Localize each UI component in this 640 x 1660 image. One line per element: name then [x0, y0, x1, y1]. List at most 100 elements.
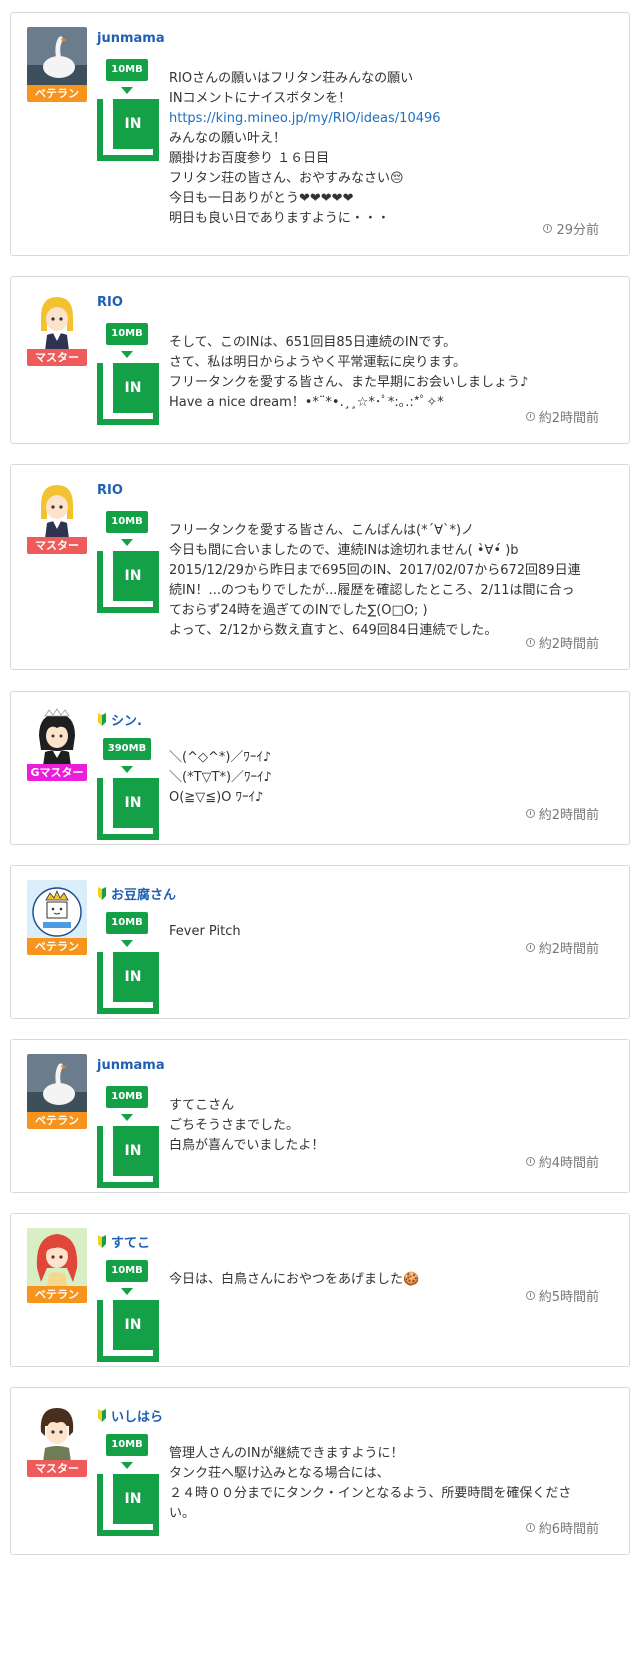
message-line: 続IN！...のつもりでしたが...履歴を確認したところ、2/11は間に合っ	[169, 583, 575, 598]
capacity-badge: 390MB	[103, 738, 151, 760]
message-line: さて、私は明日からようやく平常運転に戻ります。	[169, 355, 467, 370]
username[interactable]: いしはら	[111, 1406, 163, 1425]
avatar[interactable]	[27, 479, 87, 539]
capacity-badge: 10MB	[106, 59, 148, 81]
down-arrow-icon	[121, 766, 133, 773]
tofu-avatar-icon	[27, 880, 87, 940]
swan-avatar-icon	[27, 27, 87, 87]
capacity-badge: 10MB	[106, 1086, 148, 1108]
username[interactable]: お豆腐さん	[111, 884, 176, 903]
capacity-badge: 10MB	[106, 1434, 148, 1456]
timestamp-text: 約2時間前	[538, 808, 599, 823]
username[interactable]: シン.	[111, 710, 142, 729]
message-line: ＼(^◇^*)／ﾜｰｲ♪	[169, 750, 272, 765]
username-link[interactable]: お豆腐さん	[97, 884, 176, 903]
clock-icon	[525, 1157, 535, 1166]
in-label: IN	[113, 363, 153, 413]
avatar[interactable]	[27, 1228, 87, 1288]
post-message: そして、このINは、651回目85日連続のINです。 さて、私は明日からようやく…	[169, 333, 589, 413]
clock-icon	[543, 224, 553, 233]
timestamp: 約2時間前	[525, 938, 599, 957]
clock-icon	[525, 412, 535, 421]
message-line: ２４時００分までにタンク・インとなるよう、所要時間を確保くださ	[169, 1486, 572, 1501]
post-card: ベテラン junmama 10MB IN RIOさんの願いはフリタン荘みんなの願…	[10, 12, 630, 256]
message-line: フリタン荘の皆さん、おやすみなさい😔	[169, 171, 404, 186]
post-message: RIOさんの願いはフリタン荘みんなの願い INコメントにナイスボタンを！ htt…	[169, 69, 589, 229]
tank-icon: IN	[97, 1474, 159, 1536]
clock-icon	[525, 638, 535, 647]
post-message: フリータンクを愛する皆さん、こんばんは(*´∀`*)ノ 今日も間に合いましたので…	[169, 521, 589, 641]
avatar[interactable]	[27, 1402, 87, 1462]
message-line: ＼(*T▽T*)／ﾜｰｲ♪	[169, 770, 272, 785]
timestamp-text: 約2時間前	[538, 411, 599, 426]
avatar[interactable]	[27, 1054, 87, 1114]
username-link[interactable]: RIO	[97, 483, 123, 498]
post-message: 管理人さんのINが継続できますように！ タンク荘へ駆け込みとなる場合には、 ２４…	[169, 1444, 589, 1524]
clock-icon	[525, 1523, 535, 1532]
post-message: すてこさん ごちそうさまでした。 白鳥が喜んでいましたよ！	[169, 1096, 589, 1156]
down-arrow-icon	[121, 1114, 133, 1121]
in-label: IN	[113, 952, 153, 1002]
beginner-mark-icon	[98, 887, 106, 900]
down-arrow-icon	[121, 940, 133, 947]
avatar[interactable]	[27, 291, 87, 351]
message-line: INコメントにナイスボタンを！	[169, 91, 352, 106]
message-line: 今日も一日ありがとう❤❤❤❤❤	[169, 191, 354, 206]
message-line: 2015/12/29から昨日まで695回のIN、2017/02/07から672回…	[169, 563, 581, 578]
tank-icon: IN	[97, 952, 159, 1014]
username-link[interactable]: シン.	[97, 710, 142, 729]
avatar[interactable]	[27, 27, 87, 87]
message-line: フリータンクを愛する皆さん、また早期にお会いしましょう♪	[169, 375, 529, 390]
down-arrow-icon	[121, 539, 133, 546]
tank-icon: IN	[97, 1300, 159, 1362]
down-arrow-icon	[121, 351, 133, 358]
tank-icon: IN	[97, 99, 159, 161]
capacity-badge: 10MB	[106, 511, 148, 533]
post-card: Gマスター シン. 390MB IN ＼(^◇^*)／ﾜｰｲ♪ ＼(*T▽T*)…	[10, 691, 630, 845]
tank-icon: IN	[97, 363, 159, 425]
timestamp: 約6時間前	[525, 1518, 599, 1537]
capacity-badge: 10MB	[106, 323, 148, 345]
rank-badge: マスター	[27, 537, 87, 554]
avatar[interactable]	[27, 880, 87, 940]
timestamp-text: 約6時間前	[538, 1522, 599, 1537]
in-label: IN	[113, 778, 153, 828]
rank-badge: マスター	[27, 1460, 87, 1477]
message-line: みんなの願い叶え！	[169, 131, 287, 146]
message-line: 今日も間に合いましたので、連続INは途切れません( •̀∀•́ )b	[169, 543, 519, 558]
message-link[interactable]: https://king.mineo.jp/my/RIO/ideas/10496	[169, 109, 589, 129]
tank-icon: IN	[97, 1126, 159, 1188]
timestamp-text: 約2時間前	[538, 942, 599, 957]
message-line: タンク荘へ駆け込みとなる場合には、	[169, 1466, 390, 1481]
username[interactable]: junmama	[97, 1058, 165, 1073]
timestamp: 約2時間前	[525, 804, 599, 823]
username[interactable]: junmama	[97, 31, 165, 46]
post-card: マスター RIO 10MB IN そして、このINは、651回目85日連続のIN…	[10, 276, 630, 444]
username-link[interactable]: junmama	[97, 31, 165, 46]
message-line: 願掛けお百度参り １６日目	[169, 151, 330, 166]
down-arrow-icon	[121, 1288, 133, 1295]
message-line: ごちそうさまでした。	[169, 1118, 300, 1133]
rank-badge: ベテラン	[27, 85, 87, 102]
capacity-badge: 10MB	[106, 1260, 148, 1282]
timestamp: 29分前	[543, 219, 599, 238]
timestamp: 約2時間前	[525, 407, 599, 426]
rank-badge: ベテラン	[27, 1112, 87, 1129]
timestamp: 約2時間前	[525, 633, 599, 652]
avatar[interactable]	[27, 706, 87, 766]
in-label: IN	[113, 99, 153, 149]
username-link[interactable]: すてこ	[97, 1232, 150, 1251]
username[interactable]: RIO	[97, 295, 123, 310]
clock-icon	[525, 943, 535, 952]
timestamp-text: 29分前	[556, 223, 599, 238]
username-link[interactable]: junmama	[97, 1058, 165, 1073]
in-label: IN	[113, 1300, 153, 1350]
username[interactable]: すてこ	[111, 1232, 150, 1251]
username-link[interactable]: RIO	[97, 295, 123, 310]
message-line: RIOさんの願いはフリタン荘みんなの願い	[169, 71, 414, 86]
username-link[interactable]: いしはら	[97, 1406, 163, 1425]
brownhair-avatar-icon	[27, 1402, 87, 1462]
post-card: マスター RIO 10MB IN フリータンクを愛する皆さん、こんばんは(*´∀…	[10, 464, 630, 670]
beginner-mark-icon	[98, 1235, 106, 1248]
username[interactable]: RIO	[97, 483, 123, 498]
